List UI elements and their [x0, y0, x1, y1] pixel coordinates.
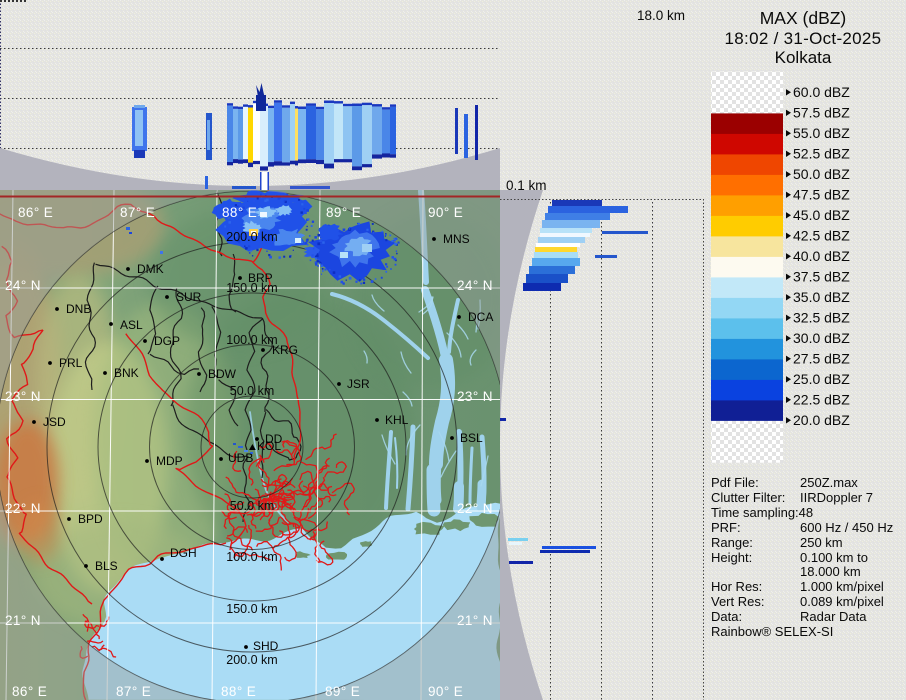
svg-text:50.0 km: 50.0 km — [230, 384, 274, 398]
svg-text:22° N: 22° N — [457, 501, 493, 516]
svg-text:60.0 dBZ: 60.0 dBZ — [793, 84, 850, 100]
svg-text:Pdf File:: Pdf File: — [711, 475, 759, 490]
svg-text:89° E: 89° E — [325, 684, 360, 699]
svg-text:KHL: KHL — [385, 413, 409, 427]
svg-text:88° E: 88° E — [222, 205, 257, 220]
svg-text:18.000 km: 18.000 km — [800, 564, 861, 579]
svg-text:87° E: 87° E — [116, 684, 151, 699]
svg-text:600 Hz / 450 Hz: 600 Hz / 450 Hz — [800, 520, 893, 535]
svg-text:21° N: 21° N — [457, 613, 493, 628]
svg-text:24° N: 24° N — [5, 278, 41, 293]
svg-text:DGH: DGH — [170, 546, 197, 560]
svg-text:18:02 / 31-Oct-2025: 18:02 / 31-Oct-2025 — [725, 29, 882, 48]
svg-text:BLS: BLS — [95, 559, 118, 573]
svg-text:22° N: 22° N — [5, 501, 41, 516]
svg-text:47.5 dBZ: 47.5 dBZ — [793, 186, 850, 202]
svg-text:JSR: JSR — [347, 377, 370, 391]
svg-text:MAX (dBZ): MAX (dBZ) — [760, 8, 847, 28]
svg-text:JSD: JSD — [43, 415, 66, 429]
svg-text:32.5 dBZ: 32.5 dBZ — [793, 309, 850, 325]
svg-text:250 km: 250 km — [800, 535, 843, 550]
svg-text:86° E: 86° E — [18, 205, 53, 220]
svg-text:42.5 dBZ: 42.5 dBZ — [793, 227, 850, 243]
svg-text:SUR: SUR — [176, 290, 202, 304]
svg-text:IIRDoppler 7: IIRDoppler 7 — [800, 490, 873, 505]
svg-text:150.0 km: 150.0 km — [226, 602, 277, 616]
svg-text:25.0 dBZ: 25.0 dBZ — [793, 371, 850, 387]
svg-text:22.5 dBZ: 22.5 dBZ — [793, 391, 850, 407]
svg-text:37.5 dBZ: 37.5 dBZ — [793, 268, 850, 284]
svg-text:30.0 dBZ: 30.0 dBZ — [793, 330, 850, 346]
svg-text:23° N: 23° N — [5, 389, 41, 404]
svg-text:35.0 dBZ: 35.0 dBZ — [793, 289, 850, 305]
svg-text:Clutter Filter:: Clutter Filter: — [711, 490, 785, 505]
svg-text:200.0 km: 200.0 km — [226, 230, 277, 244]
svg-text:DMK: DMK — [137, 262, 164, 276]
svg-text:0.1 km: 0.1 km — [506, 178, 547, 193]
svg-text:87° E: 87° E — [120, 205, 155, 220]
svg-text:0.089 km/pixel: 0.089 km/pixel — [800, 594, 884, 609]
svg-text:0.100 km to: 0.100 km to — [800, 550, 868, 565]
svg-text:ASL: ASL — [120, 318, 143, 332]
svg-text:BPD: BPD — [78, 512, 103, 526]
svg-text:20.0 dBZ: 20.0 dBZ — [793, 412, 850, 428]
svg-text:BDW: BDW — [208, 367, 237, 381]
svg-text:Vert Res:: Vert Res: — [711, 594, 764, 609]
svg-text:MNS: MNS — [443, 232, 470, 246]
svg-text:90° E: 90° E — [428, 684, 463, 699]
svg-text:52.5 dBZ: 52.5 dBZ — [793, 145, 850, 161]
svg-text:45.0 dBZ: 45.0 dBZ — [793, 207, 850, 223]
svg-text:86° E: 86° E — [12, 684, 47, 699]
svg-text:21° N: 21° N — [5, 613, 41, 628]
svg-text:57.5 dBZ: 57.5 dBZ — [793, 104, 850, 120]
svg-text:88° E: 88° E — [221, 684, 256, 699]
svg-text:250Z.max: 250Z.max — [800, 475, 858, 490]
svg-text:MDP: MDP — [156, 454, 183, 468]
svg-text:50.0 km: 50.0 km — [230, 499, 274, 513]
svg-text:200.0 km: 200.0 km — [226, 653, 277, 667]
svg-text:23° N: 23° N — [457, 389, 493, 404]
svg-text:100.0 km: 100.0 km — [226, 333, 277, 347]
svg-text:55.0 dBZ: 55.0 dBZ — [793, 125, 850, 141]
svg-text:1.000 km/pixel: 1.000 km/pixel — [800, 579, 884, 594]
svg-text:DCA: DCA — [468, 310, 493, 324]
svg-text:100.0 km: 100.0 km — [226, 550, 277, 564]
svg-text:DNB: DNB — [66, 302, 91, 316]
svg-text:Radar Data: Radar Data — [800, 609, 867, 624]
svg-text:Hor Res:: Hor Res: — [711, 579, 762, 594]
svg-text:24° N: 24° N — [457, 278, 493, 293]
svg-text:Range:: Range: — [711, 535, 753, 550]
svg-text:Kolkata: Kolkata — [775, 48, 832, 67]
svg-text:BRP: BRP — [248, 271, 273, 285]
svg-text:89° E: 89° E — [326, 205, 361, 220]
svg-text:27.5 dBZ: 27.5 dBZ — [793, 350, 850, 366]
svg-text:50.0 dBZ: 50.0 dBZ — [793, 166, 850, 182]
svg-text:Rainbow® SELEX-SI: Rainbow® SELEX-SI — [711, 624, 833, 639]
svg-text:Data:: Data: — [711, 609, 742, 624]
svg-text:PRL: PRL — [59, 356, 83, 370]
svg-text:UDB: UDB — [228, 451, 253, 465]
svg-text:PRF:: PRF: — [711, 520, 741, 535]
svg-text:BSL: BSL — [460, 431, 483, 445]
svg-text:BNK: BNK — [114, 366, 139, 380]
svg-text:40.0 dBZ: 40.0 dBZ — [793, 248, 850, 264]
svg-text:DGP: DGP — [154, 334, 180, 348]
svg-text:KRG: KRG — [272, 343, 298, 357]
svg-text:90° E: 90° E — [428, 205, 463, 220]
svg-text:Time sampling:48: Time sampling:48 — [711, 505, 813, 520]
svg-text:18.0 km: 18.0 km — [637, 8, 685, 23]
svg-text:KOL: KOL — [257, 439, 281, 453]
svg-text:SHD: SHD — [253, 639, 279, 653]
svg-text:Height:: Height: — [711, 550, 752, 565]
